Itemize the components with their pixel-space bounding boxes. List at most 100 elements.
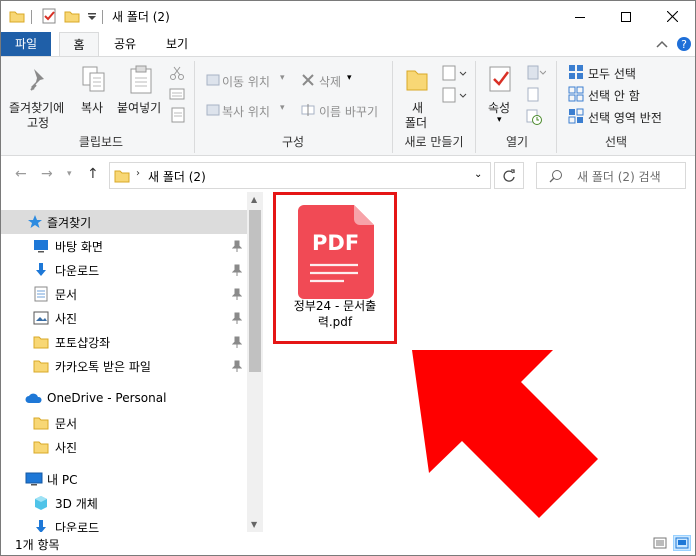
properties-button[interactable]: 속성 bbox=[488, 99, 510, 116]
customize-toolbar-icon[interactable] bbox=[87, 11, 97, 25]
folder-icon bbox=[9, 8, 25, 27]
copy-path-icon[interactable] bbox=[169, 88, 185, 103]
item-count: 1개 항목 bbox=[15, 538, 60, 552]
cube-icon bbox=[33, 495, 49, 514]
nav-this-pc[interactable]: 내 PC bbox=[1, 467, 247, 491]
open-icon[interactable] bbox=[526, 65, 547, 84]
forward-arrow-icon[interactable]: → bbox=[41, 166, 53, 182]
pin-quick-access-label-2[interactable]: 고정 bbox=[27, 114, 49, 131]
folder-icon bbox=[33, 415, 49, 434]
move-to-icon bbox=[206, 73, 220, 90]
tab-file[interactable]: 파일 bbox=[1, 32, 51, 56]
nav-item-documents[interactable]: 문서 bbox=[1, 282, 247, 306]
separator bbox=[194, 61, 195, 153]
paste-shortcut-icon[interactable] bbox=[171, 107, 185, 126]
tab-share[interactable]: 공유 bbox=[105, 32, 145, 56]
nav-label: 내 PC bbox=[47, 473, 78, 487]
pin-icon[interactable] bbox=[231, 360, 243, 375]
rename-button[interactable]: 이름 바꾸기 bbox=[319, 103, 378, 120]
recent-locations-icon[interactable]: ▾ bbox=[67, 169, 72, 179]
pin-icon[interactable] bbox=[231, 240, 243, 255]
title-bar: 새 폴더 (2) bbox=[1, 1, 695, 32]
history-icon[interactable] bbox=[526, 109, 542, 128]
nav-item-photoshop-folder[interactable]: 포토샵강좌 bbox=[1, 330, 247, 354]
tab-view[interactable]: 보기 bbox=[157, 32, 197, 56]
scrollbar-thumb[interactable] bbox=[249, 210, 261, 372]
paste-button[interactable]: 붙여넣기 bbox=[117, 99, 161, 116]
nav-item-kakaotalk-folder[interactable]: 카카오톡 받은 파일 bbox=[1, 354, 247, 378]
copy-icon bbox=[81, 65, 107, 98]
rename-icon bbox=[301, 103, 315, 120]
up-arrow-icon[interactable]: ↑ bbox=[87, 166, 99, 182]
properties-icon[interactable] bbox=[41, 8, 57, 27]
pin-icon[interactable] bbox=[231, 312, 243, 327]
nav-item-downloads[interactable]: 다운로드 bbox=[1, 258, 247, 282]
folder-icon bbox=[33, 358, 49, 377]
separator bbox=[102, 10, 103, 24]
back-arrow-icon[interactable]: ← bbox=[15, 166, 27, 182]
edit-icon[interactable] bbox=[526, 87, 542, 106]
new-folder-button-2[interactable]: 폴더 bbox=[405, 114, 427, 131]
navigation-pane: 즐겨찾기 바탕 화면 다운로드 문서 사진 포토샵강좌 카카오톡 받은 파일 O… bbox=[1, 192, 263, 535]
nav-label: 문서 bbox=[55, 288, 78, 302]
new-item-icon[interactable] bbox=[442, 65, 468, 84]
move-to-button[interactable]: 이동 위치 bbox=[222, 73, 270, 90]
scroll-up-icon[interactable]: ▲ bbox=[251, 195, 257, 204]
chevron-down-icon: ▾ bbox=[347, 73, 352, 83]
ribbon: 즐겨찾기에 고정 복사 붙여넣기 클립보드 이동 위치 ▾ 복사 위치 ▾ 삭제… bbox=[1, 56, 695, 156]
minimize-button[interactable] bbox=[557, 1, 603, 32]
open-group-label: 열기 bbox=[505, 135, 529, 149]
copy-button[interactable]: 복사 bbox=[81, 99, 103, 116]
breadcrumb-chevron-icon[interactable]: › bbox=[136, 168, 140, 179]
nav-quick-access[interactable]: 즐겨찾기 bbox=[1, 210, 247, 234]
close-button[interactable] bbox=[649, 1, 695, 32]
pin-icon bbox=[28, 67, 50, 96]
nav-item-desktop[interactable]: 바탕 화면 bbox=[1, 234, 247, 258]
maximize-button[interactable] bbox=[603, 1, 649, 32]
search-input[interactable]: 새 폴더 (2) 검색 bbox=[536, 162, 686, 189]
nav-item-pictures[interactable]: 사진 bbox=[1, 306, 247, 330]
address-bar[interactable]: › 새 폴더 (2) ⌄ bbox=[109, 162, 491, 189]
details-view-button[interactable] bbox=[651, 535, 669, 551]
cut-icon[interactable] bbox=[169, 65, 185, 84]
nav-item-onedrive-pictures[interactable]: 사진 bbox=[1, 435, 247, 459]
select-none-button[interactable]: 선택 안 함 bbox=[588, 87, 640, 104]
chevron-down-icon: ▾ bbox=[497, 115, 502, 125]
nav-label: 사진 bbox=[55, 312, 78, 326]
collapse-ribbon-icon[interactable] bbox=[656, 38, 668, 52]
nav-label: 바탕 화면 bbox=[55, 240, 103, 254]
help-icon[interactable]: ? bbox=[676, 36, 692, 55]
select-all-button[interactable]: 모두 선택 bbox=[588, 65, 636, 82]
breadcrumb[interactable]: 새 폴더 (2) bbox=[148, 168, 206, 185]
pin-icon[interactable] bbox=[231, 288, 243, 303]
refresh-button[interactable] bbox=[494, 162, 524, 189]
file-item-pdf[interactable]: PDF 정부24 - 문서출 력.pdf bbox=[273, 192, 397, 344]
pin-icon[interactable] bbox=[231, 336, 243, 351]
nav-onedrive[interactable]: OneDrive - Personal bbox=[1, 387, 247, 411]
nav-scrollbar[interactable]: ▲ ▼ bbox=[247, 192, 263, 532]
document-icon bbox=[34, 286, 48, 305]
properties-icon bbox=[488, 65, 512, 96]
invert-selection-button[interactable]: 선택 영역 반전 bbox=[588, 109, 662, 126]
tab-home[interactable]: 홈 bbox=[59, 32, 99, 57]
search-placeholder: 새 폴더 (2) 검색 bbox=[577, 170, 661, 184]
organize-group-label: 구성 bbox=[281, 135, 305, 149]
pin-icon[interactable] bbox=[231, 264, 243, 279]
computer-icon bbox=[25, 472, 43, 489]
delete-button[interactable]: 삭제 bbox=[319, 73, 341, 90]
ribbon-tabs: 파일 홈 공유 보기 ? bbox=[1, 32, 695, 57]
copy-to-icon bbox=[206, 103, 220, 120]
separator bbox=[392, 61, 393, 153]
nav-item-3d-objects[interactable]: 3D 개체 bbox=[1, 491, 247, 515]
chevron-down-icon[interactable]: ⌄ bbox=[474, 169, 482, 180]
separator bbox=[556, 61, 557, 153]
folder-icon bbox=[33, 439, 49, 458]
new-folder-icon bbox=[405, 65, 429, 96]
nav-item-onedrive-documents[interactable]: 문서 bbox=[1, 411, 247, 435]
explorer-window: 새 폴더 (2) 파일 홈 공유 보기 ? 즐겨찾기에 고정 복사 붙여넣기 클… bbox=[0, 0, 696, 556]
easy-access-icon[interactable] bbox=[442, 87, 468, 106]
scroll-down-icon[interactable]: ▼ bbox=[251, 520, 257, 529]
large-icons-view-button[interactable] bbox=[673, 535, 691, 551]
new-folder-icon[interactable] bbox=[64, 8, 80, 27]
copy-to-button[interactable]: 복사 위치 bbox=[222, 103, 270, 120]
